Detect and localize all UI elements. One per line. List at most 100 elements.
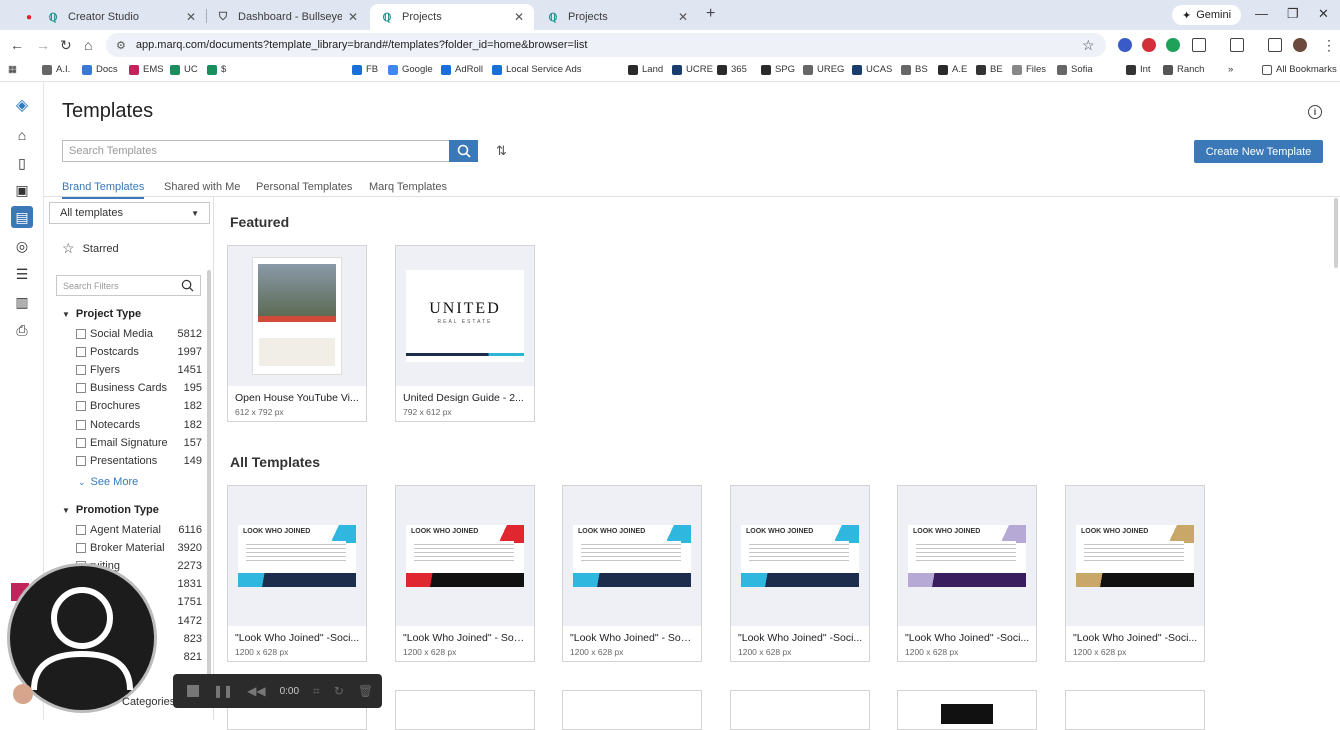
checkbox[interactable]	[76, 543, 86, 554]
checkbox[interactable]	[76, 401, 86, 412]
stop-icon[interactable]	[187, 685, 199, 697]
bookmark-item[interactable]: UC	[170, 64, 198, 75]
template-card[interactable]	[897, 690, 1037, 730]
back-arrow-icon[interactable]: ←	[10, 37, 24, 53]
restart-icon[interactable]: ↻	[334, 684, 344, 698]
bookmark-star-icon[interactable]: ☆	[1082, 37, 1095, 54]
templates-icon[interactable]: ▤	[11, 206, 33, 228]
template-card[interactable]: LOOK WHO JOINED "Look Who Joined" -Soci..…	[1065, 485, 1205, 662]
bookmark-item[interactable]: AdRoll	[441, 64, 483, 75]
marq-logo-icon[interactable]: ◈	[13, 96, 31, 114]
bookmark-item[interactable]: SPG	[761, 64, 795, 75]
grid-icon[interactable]: ⌗	[313, 684, 320, 699]
browser-tab-active[interactable]: ℚ Projects ✕	[370, 4, 534, 30]
browser-tab[interactable]: ⛉ Dashboard - Bullseye Productiv ✕	[206, 4, 368, 30]
puzzle-extensions-icon[interactable]	[1192, 38, 1206, 52]
apps-grid-icon[interactable]: ▦	[8, 64, 17, 75]
pinterest-icon[interactable]	[1142, 38, 1156, 52]
extension-icon[interactable]	[1118, 38, 1132, 52]
browser-tab[interactable]: ● ℚ Creator Studio ✕	[16, 4, 206, 30]
image-icon[interactable]: ▣	[13, 181, 31, 199]
filter-scrollbar[interactable]	[207, 270, 211, 690]
template-card[interactable]	[562, 690, 702, 730]
close-icon[interactable]: ✕	[678, 10, 688, 24]
bookmark-item[interactable]: UCRE	[672, 64, 713, 75]
template-card[interactable]: LOOK WHO JOINED "Look Who Joined" -Soci..…	[897, 485, 1037, 662]
tab-personal-templates[interactable]: Personal Templates	[256, 181, 352, 197]
main-scrollbar[interactable]	[1334, 198, 1338, 268]
all-bookmarks[interactable]: All Bookmarks	[1262, 64, 1337, 75]
checkbox[interactable]	[76, 437, 86, 448]
home-icon[interactable]: ⌂	[84, 37, 92, 53]
trash-icon[interactable]: 🗑	[358, 684, 373, 698]
sort-icon[interactable]: ⇅	[496, 143, 507, 159]
bookmark-item[interactable]: UREG	[803, 64, 844, 75]
filter-option[interactable]: Broker Material 3920	[76, 542, 202, 554]
filter-option[interactable]: Notecards 182	[76, 419, 202, 431]
url-field[interactable]: ⚙ app.marq.com/documents?template_librar…	[106, 33, 1106, 57]
checkbox[interactable]	[76, 419, 86, 430]
new-tab-plus-icon[interactable]: +	[706, 5, 715, 23]
bookmark-item[interactable]: FB	[352, 64, 378, 75]
forward-arrow-icon[interactable]: →	[36, 37, 50, 53]
template-card[interactable]: LOOK WHO JOINED "Look Who Joined" -Soci..…	[730, 485, 870, 662]
checkbox[interactable]	[76, 329, 86, 339]
menu-dots-icon[interactable]: ⋮	[1322, 37, 1336, 54]
bookmark-item[interactable]: UCAS	[852, 64, 892, 75]
bookmark-item[interactable]: Land	[628, 64, 663, 75]
close-icon[interactable]: ✕	[348, 10, 358, 24]
media-icon[interactable]	[1268, 38, 1282, 52]
template-card[interactable]: LOOK WHO JOINED "Look Who Joined" - Soci.…	[562, 485, 702, 662]
gemini-button[interactable]: ✦ Gemini	[1172, 5, 1242, 25]
restore-icon[interactable]: ❐	[1287, 6, 1299, 22]
bookmark-item[interactable]: $	[207, 64, 226, 75]
filter-option[interactable]: Presentations 149	[76, 455, 202, 467]
bookmark-item[interactable]: Ranch	[1163, 64, 1204, 75]
chevron-more-icon[interactable]: »	[1228, 64, 1233, 75]
tab-marq-templates[interactable]: Marq Templates	[369, 181, 447, 197]
sidepanel-icon[interactable]	[1230, 38, 1244, 52]
close-icon[interactable]: ✕	[514, 10, 524, 24]
reload-icon[interactable]: ↻	[60, 37, 72, 54]
filter-option[interactable]: Social Media 5812	[76, 328, 202, 340]
bookmark-item[interactable]: Google	[388, 64, 433, 75]
create-new-template-button[interactable]: Create New Template	[1194, 140, 1323, 163]
extension-icon[interactable]	[1166, 38, 1180, 52]
filter-option[interactable]: Flyers 1451	[76, 364, 202, 376]
print-icon[interactable]: ⎙	[13, 321, 31, 339]
rewind-icon[interactable]: ◀◀	[247, 684, 265, 698]
pause-icon[interactable]: ❚❚	[213, 684, 233, 698]
filter-option[interactable]: Agent Material 6116	[76, 524, 202, 536]
search-button[interactable]	[449, 140, 478, 162]
see-more-link[interactable]: ⌄ See More	[78, 476, 138, 488]
profile-avatar[interactable]	[1293, 38, 1307, 52]
filter-option[interactable]: Business Cards 195	[76, 382, 202, 394]
filter-option[interactable]: Email Signature 157	[76, 437, 202, 449]
bookmark-item[interactable]: BS	[901, 64, 928, 75]
template-card[interactable]: LOOK WHO JOINED "Look Who Joined" - Soci.…	[395, 485, 535, 662]
project-type-heading[interactable]: ▼ Project Type	[62, 308, 141, 320]
close-icon[interactable]: ✕	[186, 10, 196, 24]
checkbox[interactable]	[76, 383, 86, 394]
search-input[interactable]	[62, 140, 450, 162]
starred-filter[interactable]: ☆ Starred	[62, 240, 119, 257]
promotion-type-heading[interactable]: ▼ Promotion Type	[62, 504, 159, 516]
filter-option[interactable]: Postcards 1997	[76, 346, 202, 358]
bookmark-item[interactable]: Files	[1012, 64, 1046, 75]
site-settings-icon[interactable]: ⚙	[116, 39, 126, 52]
filter-search-input[interactable]: Search Filters	[56, 275, 201, 296]
checkbox[interactable]	[76, 365, 86, 376]
bookmark-item[interactable]: Local Service Ads	[492, 64, 582, 75]
bookmark-item[interactable]: BE	[976, 64, 1003, 75]
document-icon[interactable]: ▯	[13, 154, 31, 172]
bookmark-item[interactable]: EMS	[129, 64, 164, 75]
template-card[interactable]	[1065, 690, 1205, 730]
bookmark-item[interactable]: A.E	[938, 64, 967, 75]
template-scope-select[interactable]: All templates ▼	[49, 202, 210, 224]
checkbox[interactable]	[76, 525, 86, 535]
info-icon[interactable]: i	[1308, 105, 1322, 119]
bookmark-item[interactable]: 365	[717, 64, 747, 75]
template-card[interactable]: Open House YouTube Vi... 612 x 792 px	[227, 245, 367, 422]
tab-shared-with-me[interactable]: Shared with Me	[164, 181, 240, 197]
home-icon[interactable]: ⌂	[13, 126, 31, 144]
